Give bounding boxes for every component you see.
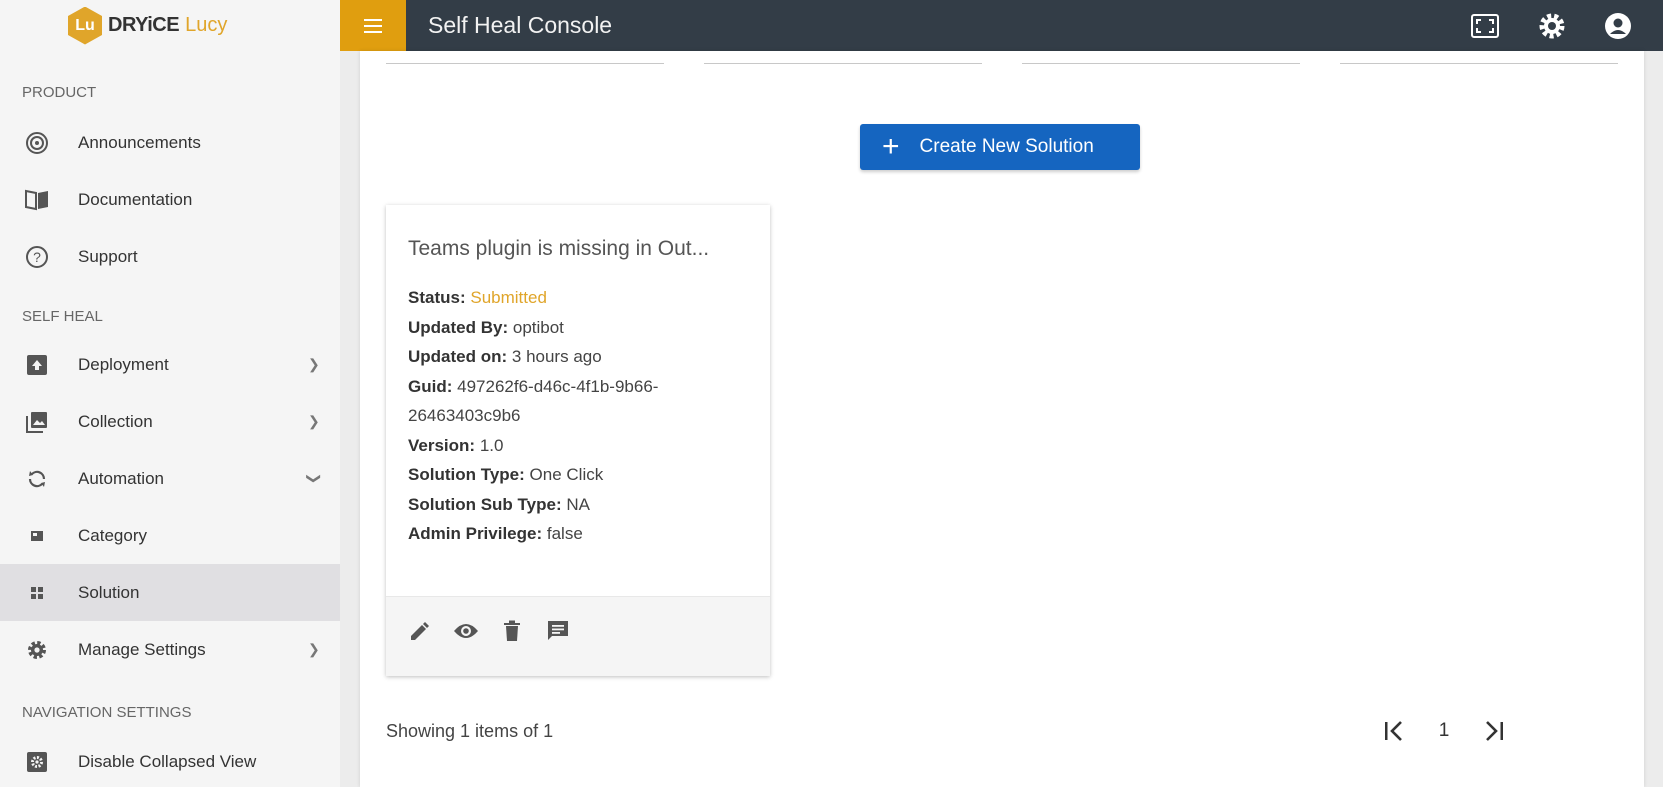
view-eye-icon[interactable] (452, 617, 480, 645)
photo-library-icon (24, 409, 50, 435)
solution-details: Status: Submitted Updated By: optibot Up… (408, 283, 748, 549)
updated-by-row: Updated By: optibot (408, 313, 748, 343)
sidebar-item-deployment[interactable]: Deployment ❯ (0, 336, 340, 393)
sidebar-item-label: Solution (78, 582, 140, 602)
account-circle-icon[interactable] (1603, 11, 1633, 41)
sidebar-item-label: Disable Collapsed View (78, 751, 257, 771)
first-page-icon[interactable] (1380, 716, 1410, 746)
guid-label: Guid: (408, 376, 453, 396)
version-label: Version: (408, 435, 476, 455)
settings-gear-icon[interactable] (1537, 11, 1567, 41)
sidebar-item-announcements[interactable]: Announcements (0, 114, 340, 171)
sidebar-item-label: Automation (78, 468, 164, 488)
section-header-self-heal: SELF HEAL (22, 308, 103, 325)
chevron-right-icon: ❯ (308, 641, 320, 657)
sidebar-item-disable-collapsed-view[interactable]: Disable Collapsed View (0, 733, 340, 787)
comment-icon[interactable] (544, 617, 572, 645)
card-actions (386, 596, 770, 676)
fullscreen-icon[interactable] (1470, 11, 1500, 41)
section-header-product: PRODUCT (22, 84, 97, 101)
sidebar-item-documentation[interactable]: Documentation (0, 171, 340, 228)
pagination-summary: Showing 1 items of 1 (386, 721, 554, 741)
admin-privilege-value: false (546, 524, 583, 543)
sidebar-item-solution[interactable]: Solution (0, 564, 340, 621)
admin-privilege-row: Admin Privilege: false (408, 519, 748, 549)
sidebar-item-label: Category (78, 525, 147, 545)
create-new-solution-button[interactable]: + Create New Solution (860, 124, 1140, 170)
category-icon (24, 523, 50, 549)
sidebar-item-label: Documentation (78, 189, 193, 209)
edit-icon[interactable] (406, 617, 434, 645)
delete-trash-icon[interactable] (498, 617, 526, 645)
topbar: Self Heal Console (340, 0, 1663, 51)
filter-field-underline[interactable] (1022, 63, 1300, 64)
archive-icon (24, 352, 50, 378)
version-row: Version: 1.0 (408, 431, 748, 461)
sidebar-item-label: Deployment (78, 354, 169, 374)
section-header-navigation-settings: NAVIGATION SETTINGS (22, 704, 192, 721)
guid-row: Guid: 497262f6-d46c-4f1b-9b66-26463403c9… (408, 372, 748, 431)
main-content: + Create New Solution Teams plugin is mi… (360, 51, 1644, 787)
sidebar-item-manage-settings[interactable]: Manage Settings ❯ (0, 621, 340, 678)
admin-privilege-label: Admin Privilege: (408, 524, 543, 543)
last-page-icon[interactable] (1478, 716, 1508, 746)
status-row: Status: Submitted (408, 283, 748, 313)
sync-icon (24, 466, 50, 492)
status-badge: Submitted (470, 288, 547, 307)
updated-on-value: 3 hours ago (511, 347, 602, 366)
brand-name-main: DRYiCE (108, 14, 180, 36)
sidebar-item-collection[interactable]: Collection ❯ (0, 393, 340, 450)
create-button-label: Create New Solution (919, 136, 1094, 157)
solution-type-value: One Click (529, 465, 604, 484)
grid-icon (24, 580, 50, 606)
brand-logo[interactable]: Lu DRYiCE Lucy (0, 0, 340, 51)
chevron-right-icon: ❯ (308, 356, 320, 372)
chevron-down-icon: ❯ (306, 472, 323, 485)
solution-type-row: Solution Type: One Click (408, 460, 748, 490)
solution-sub-type-label: Solution Sub Type: (408, 494, 562, 514)
book-icon (24, 187, 50, 213)
sidebar-item-label: Collection (78, 411, 153, 431)
brand-name-sub: Lucy (185, 14, 228, 36)
sidebar-item-label: Manage Settings (78, 639, 206, 659)
updated-by-label: Updated By: (408, 317, 509, 337)
status-label: Status: (408, 288, 466, 307)
filter-field-underline[interactable] (1340, 63, 1618, 64)
chevron-right-icon: ❯ (308, 413, 320, 429)
filter-field-underline[interactable] (704, 63, 982, 64)
version-value: 1.0 (479, 435, 504, 455)
filter-field-underline[interactable] (386, 63, 664, 64)
page-title: Self Heal Console (428, 12, 613, 38)
updated-by-value: optibot (512, 317, 564, 337)
sidebar: Lu DRYiCE Lucy PRODUCT Announcements Doc… (0, 0, 340, 787)
sidebar-item-support[interactable]: ? Support (0, 228, 340, 285)
solution-title[interactable]: Teams plugin is missing in Out... (408, 237, 753, 261)
help-circle-icon: ? (24, 244, 50, 270)
svg-text:?: ? (33, 249, 41, 265)
solution-sub-type-value: NA (566, 494, 590, 514)
sidebar-item-label: Announcements (78, 132, 201, 152)
solution-sub-type-row: Solution Sub Type: NA (408, 490, 748, 520)
plus-icon: + (882, 130, 900, 163)
logo-hex-icon: Lu (68, 6, 102, 45)
updated-on-row: Updated on: 3 hours ago (408, 342, 748, 372)
gear-icon (24, 637, 50, 663)
sidebar-item-label: Support (78, 246, 138, 266)
solution-card: Teams plugin is missing in Out... Status… (386, 205, 770, 676)
sidebar-item-category[interactable]: Category (0, 507, 340, 564)
solution-type-label: Solution Type: (408, 465, 525, 484)
announcement-icon (24, 130, 50, 156)
settings-box-icon (24, 749, 50, 775)
updated-on-label: Updated on: (408, 347, 508, 366)
hamburger-menu-button[interactable] (340, 0, 406, 51)
sidebar-item-automation[interactable]: Automation ❯ (0, 450, 340, 507)
current-page-number[interactable]: 1 (1429, 716, 1459, 746)
